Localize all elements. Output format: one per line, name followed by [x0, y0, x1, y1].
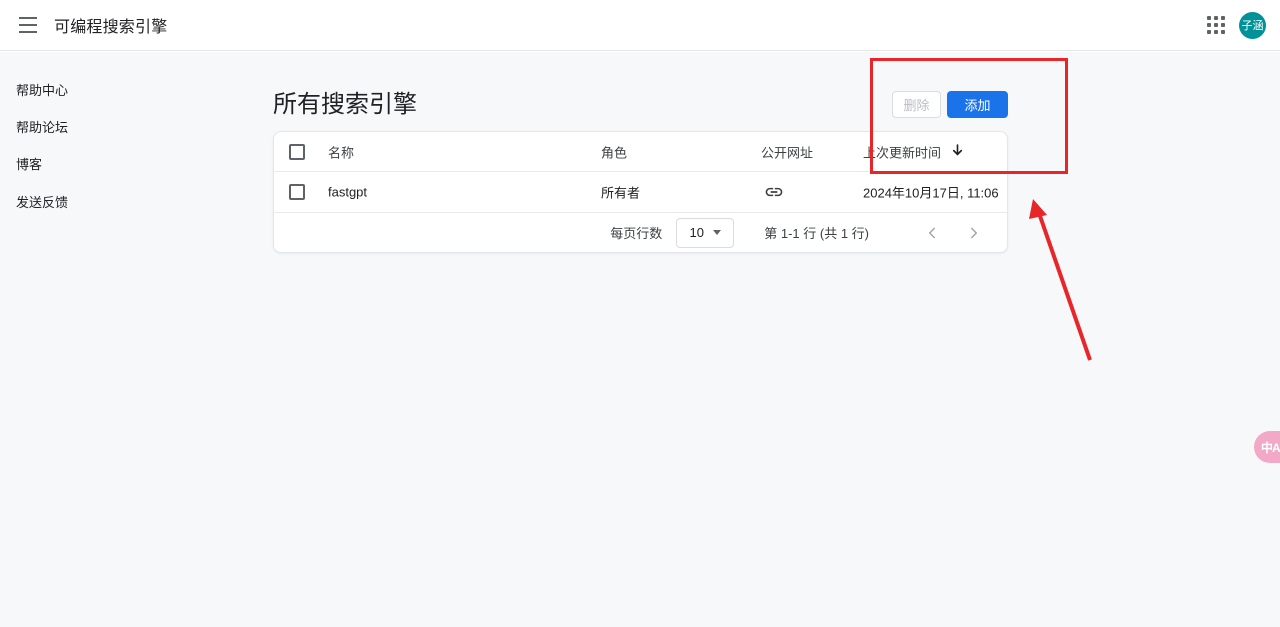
previous-page-button[interactable] — [921, 221, 945, 245]
user-avatar[interactable]: 子涵 — [1239, 12, 1266, 39]
pagination-bar: 每页行数 10 第 1-1 行 (共 1 行) — [274, 213, 1007, 252]
sidebar-item-send-feedback[interactable]: 发送反馈 — [16, 192, 68, 211]
add-button[interactable]: 添加 — [947, 91, 1008, 118]
sidebar-item-help-center[interactable]: 帮助中心 — [16, 80, 68, 99]
caret-down-icon — [713, 230, 721, 235]
row-checkbox[interactable] — [289, 184, 305, 200]
select-all-checkbox[interactable] — [289, 144, 305, 160]
pagination-range-label: 第 1-1 行 (共 1 行) — [764, 223, 869, 242]
column-header-name: 名称 — [328, 142, 354, 161]
public-url-link-icon[interactable] — [764, 182, 784, 202]
engine-name-link[interactable]: fastgpt — [328, 185, 367, 200]
rows-per-page-select[interactable]: 10 — [676, 218, 734, 248]
sidebar-item-help-forum[interactable]: 帮助论坛 — [16, 117, 68, 136]
column-header-role: 角色 — [601, 142, 627, 161]
search-engines-table: 名称 角色 公开网址 上次更新时间 fastgpt 所有者 2024年10月17… — [273, 131, 1008, 253]
sidebar-item-blog[interactable]: 博客 — [16, 154, 42, 173]
translate-icon: 中A — [1261, 439, 1280, 456]
sort-desc-arrow-icon — [950, 143, 965, 161]
top-app-bar: 可编程搜索引擎 子涵 — [0, 0, 1280, 51]
column-header-last-updated[interactable]: 上次更新时间 — [863, 142, 965, 161]
delete-button[interactable]: 删除 — [892, 91, 941, 118]
engine-role: 所有者 — [601, 183, 640, 202]
table-header-row: 名称 角色 公开网址 上次更新时间 — [274, 132, 1007, 172]
column-header-public-url: 公开网址 — [761, 142, 813, 161]
translate-widget-badge[interactable]: 中A — [1254, 431, 1280, 463]
table-row: fastgpt 所有者 2024年10月17日, 11:06 — [274, 172, 1007, 213]
rows-per-page-label: 每页行数 — [610, 223, 662, 242]
page-title: 所有搜索引擎 — [273, 84, 417, 119]
google-apps-icon[interactable] — [1207, 16, 1225, 34]
app-title: 可编程搜索引擎 — [54, 13, 167, 37]
next-page-button[interactable] — [961, 221, 985, 245]
menu-icon[interactable] — [8, 5, 48, 45]
last-updated-value: 2024年10月17日, 11:06 — [863, 183, 999, 202]
